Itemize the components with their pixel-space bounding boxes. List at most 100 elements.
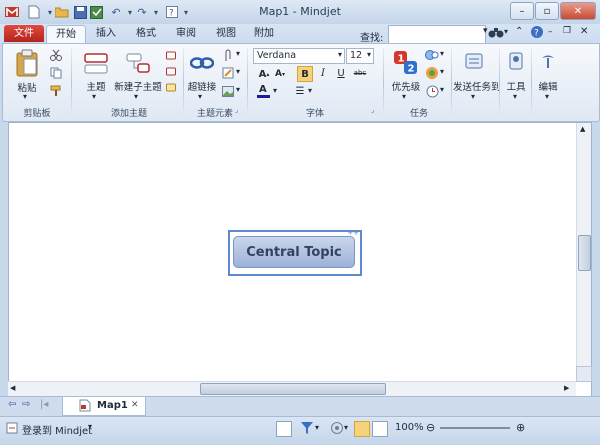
collapse-ribbon-icon[interactable]: ⌃ <box>515 26 523 37</box>
edit-button[interactable]: 编辑 <box>535 79 561 93</box>
horizontal-scroll-thumb[interactable] <box>200 383 386 395</box>
doc-list-icon[interactable]: |◂ <box>40 399 48 410</box>
minimize-button[interactable]: – <box>510 2 534 20</box>
notes-icon[interactable] <box>221 66 235 80</box>
hyperlink-button[interactable]: 超链接 <box>187 79 217 93</box>
zoom-out-button[interactable]: ⊖ <box>426 421 435 434</box>
login-link[interactable]: 登录到 Mindjet <box>22 422 92 437</box>
map-view-icon[interactable] <box>354 421 370 437</box>
chevron-down-icon[interactable]: ▾ <box>198 92 202 101</box>
chevron-down-icon[interactable]: ▾ <box>545 92 549 101</box>
italic-button[interactable]: I <box>316 66 330 80</box>
corner-overview-icon[interactable] <box>576 366 592 382</box>
topic-icon[interactable] <box>83 50 109 76</box>
scroll-right-icon[interactable]: ▶ <box>564 384 569 392</box>
central-topic[interactable]: ++ Central Topic <box>228 229 362 276</box>
chevron-down-icon[interactable]: ▾ <box>92 92 96 101</box>
topic-button[interactable]: 主题 <box>81 79 111 93</box>
align-icon[interactable]: ☰ <box>293 84 307 98</box>
font-color-icon[interactable]: A <box>257 84 271 98</box>
font-family-select[interactable]: Verdana ▾ <box>253 48 345 64</box>
doc-restore-button[interactable]: ❐ <box>563 26 571 36</box>
dialog-launcher-icon[interactable]: ⌟ <box>235 106 238 114</box>
chevron-down-icon[interactable]: ▾ <box>402 92 406 101</box>
zoom-in-button[interactable]: ⊕ <box>516 421 525 434</box>
doc-tab-map1[interactable]: Map1 ✕ <box>62 397 146 416</box>
next-doc-icon[interactable]: ⇨ <box>22 399 30 410</box>
chevron-down-icon[interactable]: ▾ <box>273 86 277 95</box>
grow-font-icon[interactable]: A ▴ <box>257 67 271 81</box>
find-dropdown-icon[interactable]: ▾ <box>483 26 488 36</box>
chevron-down-icon[interactable]: ▾ <box>440 49 444 58</box>
clock-icon[interactable] <box>425 84 439 98</box>
horizontal-scrollbar[interactable]: ◀ ▶ <box>8 381 576 396</box>
cut-icon[interactable] <box>49 48 63 62</box>
prev-doc-icon[interactable]: ⇦ <box>8 399 16 410</box>
tools-icon[interactable] <box>505 50 527 72</box>
chevron-down-icon[interactable]: ▾ <box>308 86 312 95</box>
edit-icon[interactable] <box>537 50 559 72</box>
copy-icon[interactable] <box>49 66 63 80</box>
chevron-down-icon[interactable]: ▾ <box>315 423 319 432</box>
relationship-topic-icon[interactable] <box>165 82 177 94</box>
chevron-down-icon[interactable]: ▾ <box>471 92 475 101</box>
chevron-down-icon[interactable]: ▾ <box>513 92 517 101</box>
outline-view-icon[interactable] <box>372 421 388 437</box>
chevron-down-icon[interactable]: ▾ <box>236 85 240 94</box>
find-input[interactable] <box>388 25 486 44</box>
notes-view-icon[interactable] <box>276 421 292 437</box>
help-icon[interactable]: ? <box>530 25 544 42</box>
chevron-down-icon[interactable]: ▾ <box>236 49 240 58</box>
hyperlink-icon[interactable] <box>189 52 215 74</box>
close-icon[interactable]: ✕ <box>131 400 139 410</box>
task-progress-icon[interactable] <box>425 48 439 62</box>
strikethrough-button[interactable]: abc <box>353 66 367 80</box>
filter-icon[interactable] <box>300 421 314 438</box>
chevron-down-icon[interactable]: ▾ <box>23 92 27 101</box>
chevron-down-icon[interactable]: ▾ <box>134 92 138 101</box>
priority-button[interactable]: 优先级 <box>389 79 423 93</box>
resource-icon[interactable] <box>425 66 439 80</box>
vertical-scroll-thumb[interactable] <box>578 235 591 271</box>
attachment-icon[interactable] <box>221 48 235 62</box>
chevron-down-icon[interactable]: ▾ <box>236 67 240 76</box>
format-painter-icon[interactable] <box>49 84 63 98</box>
underline-button[interactable]: U <box>334 66 348 80</box>
vertical-scrollbar[interactable]: ▲ ▼ <box>576 123 591 380</box>
chevron-down-icon[interactable]: ▾ <box>344 423 348 432</box>
chevron-down-icon[interactable]: ▾ <box>440 67 444 76</box>
tab-review[interactable]: 审阅 <box>172 25 200 42</box>
doc-minimize-button[interactable]: – <box>548 27 553 37</box>
shrink-font-icon[interactable]: A ▾ <box>273 67 287 81</box>
bold-button[interactable]: B <box>297 66 313 82</box>
image-icon[interactable] <box>221 84 235 98</box>
central-topic-label[interactable]: Central Topic <box>233 236 355 268</box>
tab-format[interactable]: 格式 <box>132 25 160 42</box>
dialog-launcher-icon[interactable]: ⌟ <box>371 106 374 114</box>
priority-icon[interactable]: 12 <box>393 50 419 76</box>
tab-insert[interactable]: 插入 <box>92 25 120 42</box>
scroll-left-icon[interactable]: ◀ <box>10 384 15 392</box>
subtopic-icon[interactable] <box>125 50 151 76</box>
chevron-down-icon[interactable]: ▾ <box>88 422 92 431</box>
close-button[interactable]: ✕ <box>560 2 596 20</box>
tools-button[interactable]: 工具 <box>503 79 529 93</box>
new-subtopic-button[interactable]: 新建子主题 <box>113 79 163 93</box>
send-task-button[interactable]: 发送任务到 <box>453 79 501 93</box>
zoom-slider[interactable] <box>440 427 510 429</box>
chevron-down-icon[interactable]: ▾ <box>440 85 444 94</box>
tab-addins[interactable]: 附加 <box>250 25 278 42</box>
tab-file[interactable]: 文件 <box>4 25 44 42</box>
doc-close-button[interactable]: ✕ <box>580 26 588 37</box>
scroll-up-icon[interactable]: ▲ <box>580 125 585 133</box>
chevron-down-icon[interactable]: ▾ <box>504 27 508 36</box>
tab-view[interactable]: 视图 <box>212 25 240 42</box>
zoom-mode-icon[interactable] <box>330 421 344 438</box>
tab-home[interactable]: 开始 <box>46 25 86 43</box>
callout-topic-icon[interactable] <box>165 50 177 62</box>
paste-icon[interactable] <box>13 48 41 78</box>
font-size-select[interactable]: 12 ▾ <box>346 48 374 64</box>
send-task-icon[interactable] <box>463 50 485 72</box>
maximize-button[interactable]: ▫ <box>535 2 559 20</box>
floating-topic-icon[interactable] <box>165 66 177 78</box>
